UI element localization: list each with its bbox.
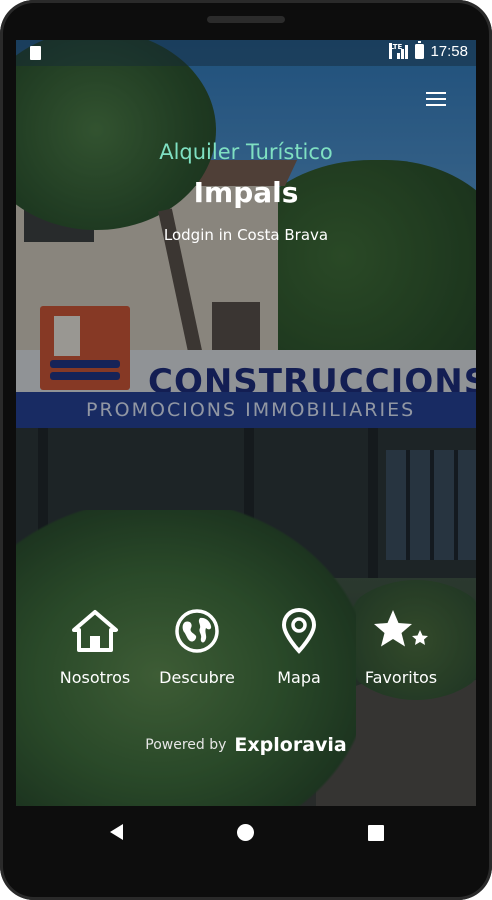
home-button-icon[interactable] — [237, 824, 254, 841]
page-title: Impals — [193, 176, 299, 209]
stars-icon — [350, 608, 452, 654]
recent-apps-icon[interactable] — [368, 825, 384, 841]
brand-logo: Exploravia — [234, 734, 347, 756]
network-type: LTE — [389, 42, 402, 59]
nav-item-nosotros[interactable]: Nosotros — [44, 608, 146, 698]
phone-frame: CONSTRUCCIONS PROMOCIONS IMMOBILIARIES L… — [0, 0, 492, 900]
nav-item-label: Descubre — [159, 668, 235, 687]
clock: 17:58 — [430, 43, 468, 60]
status-bar: LTE 17:58 — [16, 40, 476, 66]
main-nav: Nosotros Descubre Mapa Favoritos — [44, 607, 452, 698]
nav-item-favoritos[interactable]: Favoritos — [350, 608, 452, 698]
system-nav-bar — [0, 806, 492, 864]
nav-item-label: Favoritos — [364, 668, 438, 687]
powered-by[interactable]: Powered by Exploravia — [16, 734, 476, 756]
map-pin-icon — [248, 607, 350, 654]
globe-icon — [146, 608, 248, 654]
back-icon[interactable] — [110, 824, 123, 840]
signal-icon: LTE — [389, 42, 409, 60]
app-screen: CONSTRUCCIONS PROMOCIONS IMMOBILIARIES L… — [16, 40, 476, 806]
earpiece-speaker — [207, 16, 285, 23]
nav-item-descubre[interactable]: Descubre — [146, 608, 248, 698]
powered-by-label: Powered by — [145, 737, 227, 753]
app-subtitle: Alquiler Turístico — [159, 140, 333, 164]
sim-card-icon — [30, 46, 41, 60]
menu-icon[interactable] — [426, 92, 446, 106]
home-icon — [44, 608, 146, 654]
nav-item-label: Nosotros — [59, 668, 131, 687]
nav-item-mapa[interactable]: Mapa — [248, 607, 350, 698]
nav-item-label: Mapa — [277, 668, 321, 687]
battery-icon — [415, 41, 425, 59]
tagline: Lodgin in Costa Brava — [163, 226, 329, 244]
